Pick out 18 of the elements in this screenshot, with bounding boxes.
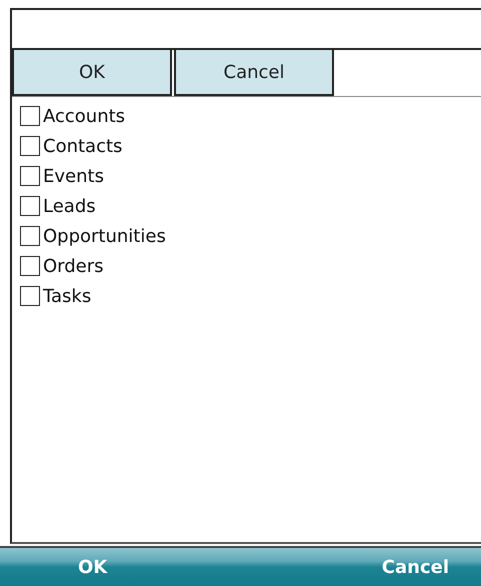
checkbox-label: Contacts: [43, 136, 122, 156]
dialog-button[interactable]: Cancel: [174, 50, 334, 96]
checkbox-label: Orders: [43, 256, 104, 276]
checkbox[interactable]: [20, 226, 40, 246]
checkbox-label: Tasks: [43, 286, 92, 306]
checkbox[interactable]: [20, 256, 40, 276]
checkbox-label: Accounts: [43, 106, 126, 126]
dialog-button[interactable]: OK: [12, 50, 172, 96]
checkbox[interactable]: [20, 106, 40, 126]
checkbox[interactable]: [20, 166, 40, 186]
checkbox-label: Events: [43, 166, 104, 186]
softkey-button[interactable]: OK: [78, 556, 108, 578]
checkbox[interactable]: [20, 286, 40, 306]
checkbox[interactable]: [20, 196, 40, 216]
softkey-button[interactable]: Cancel: [382, 556, 449, 578]
checkbox-label: Opportunities: [43, 226, 166, 246]
checkbox[interactable]: [20, 136, 40, 156]
checkbox-label: Leads: [43, 196, 96, 216]
